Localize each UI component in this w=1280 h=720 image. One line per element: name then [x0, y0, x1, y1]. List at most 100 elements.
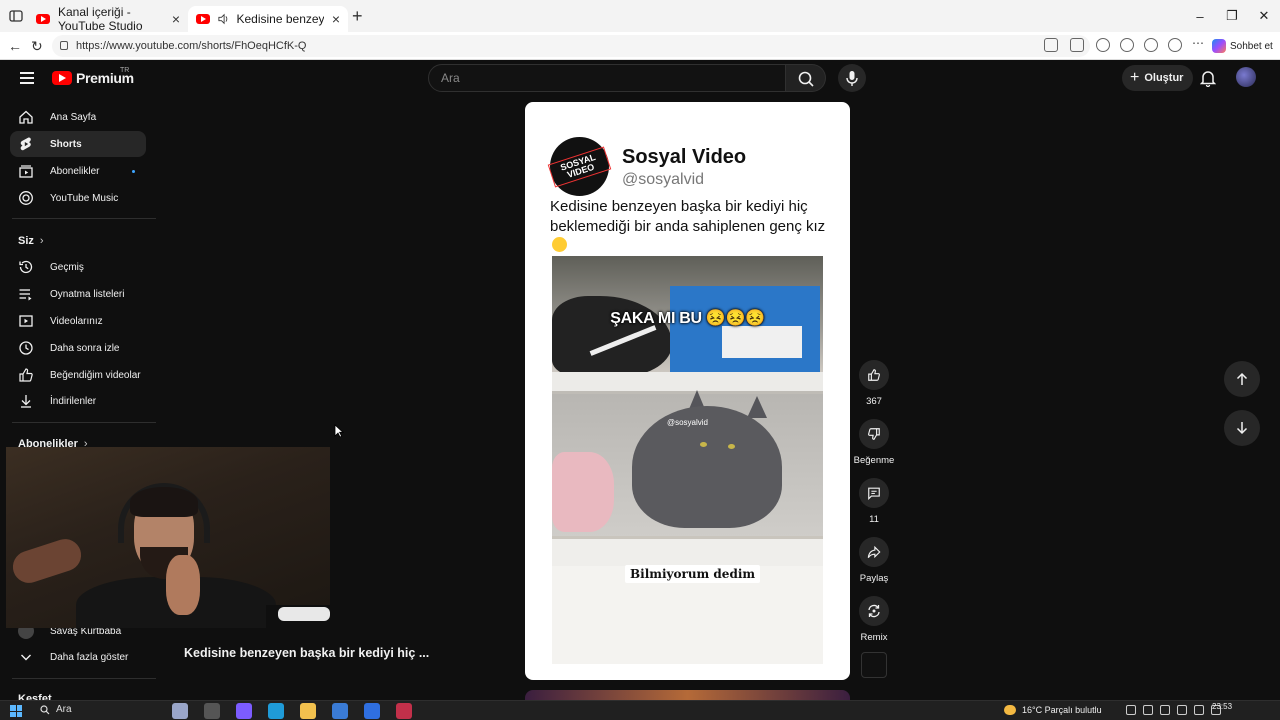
sidebar-item-label: Shorts	[50, 139, 82, 150]
tray-app-icon[interactable]	[1160, 705, 1170, 715]
back-icon[interactable]: ←	[8, 38, 22, 54]
sidebar-section-you[interactable]: Siz ›	[18, 235, 44, 247]
sidebar-item-show-more[interactable]: Daha fazla göster	[10, 644, 146, 670]
next-short-button[interactable]	[1224, 410, 1260, 446]
liked-icon	[19, 368, 33, 382]
sidebar-item-youtube-music[interactable]: YouTube Music	[10, 185, 146, 211]
copilot-app-icon[interactable]	[236, 703, 252, 719]
refresh-icon[interactable]: ↻	[31, 38, 43, 55]
video-watermark: @sosyalvid	[666, 418, 709, 427]
browser-tab-bar: Kanal içeriği - YouTube Studio × Kedisin…	[0, 0, 1280, 33]
close-icon[interactable]: ×	[172, 11, 180, 27]
store-icon[interactable]	[332, 703, 348, 719]
taskbar-clock[interactable]: 23:53	[1212, 702, 1232, 711]
close-window-icon[interactable]: ✕	[1248, 0, 1280, 32]
like-button[interactable]: 367	[852, 360, 896, 407]
caption-text: Kedisine benzeyen başka bir kediyi hiç b…	[550, 198, 826, 235]
sidebar-item-playlists[interactable]: Oynatma listeleri	[10, 281, 146, 307]
search-placeholder: Ara	[441, 71, 460, 85]
clock-time: 23:53	[1212, 702, 1233, 711]
outlook-icon[interactable]	[364, 703, 380, 719]
video-overlay-text-bottom: Bilmiyorum dedim	[625, 565, 761, 583]
windows-taskbar: Ara 16°C Parçalı bulutlu 23:53	[0, 700, 1280, 720]
sidebar-item-your-videos[interactable]: Videolarınız	[10, 308, 146, 334]
task-view-icon[interactable]	[204, 703, 220, 719]
sidebar-item-label: Videolarınız	[50, 316, 103, 327]
more-menu-icon[interactable]: ⋯	[1192, 37, 1206, 52]
maximize-icon[interactable]: ❐	[1216, 0, 1248, 32]
previous-short-button[interactable]	[1224, 361, 1260, 397]
copilot-icon	[1212, 39, 1226, 53]
card-channel-name: Sosyal Video	[622, 146, 747, 168]
youtube-logo-icon	[52, 71, 72, 85]
card-channel-handle: @sosyalvid	[622, 171, 705, 188]
sidebar-item-label: Daha sonra izle	[50, 343, 120, 354]
sidebar-item-liked-videos[interactable]: Beğendiğim videolar	[10, 362, 146, 388]
your-videos-icon	[19, 315, 33, 327]
taskbar-app-widget-icon[interactable]	[172, 703, 188, 719]
copilot-button[interactable]: Sohbet et	[1212, 37, 1273, 55]
create-button[interactable]: + Oluştur	[1122, 65, 1194, 91]
sidebar-item-shorts[interactable]: Shorts	[10, 131, 146, 157]
sidebar-item-home[interactable]: Ana Sayfa	[10, 104, 146, 130]
tab-youtube-studio[interactable]: Kanal içeriği - YouTube Studio ×	[28, 5, 188, 33]
shorts-video-player[interactable]: SOSYAL VIDEO Sosyal Video @sosyalvid Ked…	[525, 102, 850, 680]
microphone-icon	[846, 71, 858, 86]
search-icon	[798, 71, 814, 87]
tab-actions-icon[interactable]	[8, 8, 24, 24]
tray-chevron-icon[interactable]	[1126, 705, 1136, 715]
remix-button[interactable]: Remix	[852, 596, 896, 643]
video-title: Kedisine benzeyen başka bir kediyi hiç .…	[184, 646, 430, 660]
tab-shorts-video[interactable]: Kedisine benzeyen başka bir ×	[188, 6, 348, 32]
edge-browser-icon[interactable]	[268, 703, 284, 719]
profile-icon[interactable]	[1168, 38, 1182, 52]
address-icons	[1044, 38, 1084, 52]
recording-app-icon[interactable]	[396, 703, 412, 719]
minimize-icon[interactable]: –	[1184, 0, 1216, 32]
file-explorer-icon[interactable]	[300, 703, 316, 719]
sidebar-item-label: Beğendiğim videolar	[50, 370, 141, 381]
volume-icon[interactable]	[1194, 705, 1204, 715]
share-icon	[867, 545, 881, 559]
sidebar-item-downloads[interactable]: İndirilenler	[10, 388, 146, 414]
notifications-bell-icon[interactable]	[1200, 69, 1216, 87]
favorite-star-icon[interactable]	[1070, 38, 1084, 52]
youtube-header: Premium TR Ara + Oluştur	[0, 60, 1280, 96]
sidebar-item-label: Abonelikler	[50, 166, 100, 177]
voice-search-button[interactable]	[838, 64, 866, 92]
sidebar-item-history[interactable]: Geçmiş	[10, 254, 146, 280]
search-input[interactable]: Ara	[428, 64, 786, 92]
extension-icon[interactable]	[1096, 38, 1110, 52]
audio-playing-icon[interactable]	[218, 13, 228, 25]
youtube-premium-logo[interactable]: Premium TR	[52, 67, 134, 86]
mouse-cursor-icon	[334, 424, 344, 438]
copilot-label: Sohbet et	[1230, 40, 1273, 52]
audio-source-thumbnail[interactable]	[861, 652, 887, 678]
close-icon[interactable]: ×	[332, 11, 340, 27]
url-field[interactable]: https://www.youtube.com/shorts/FhOeqHCfK…	[52, 35, 1090, 57]
share-button[interactable]: Paylaş	[852, 537, 896, 584]
downloads-browser-icon[interactable]	[1144, 38, 1158, 52]
taskbar-apps	[172, 703, 412, 719]
taskbar-weather[interactable]: 16°C Parçalı bulutlu	[1004, 705, 1102, 715]
channel-logo: SOSYAL VIDEO	[547, 137, 612, 196]
comments-button[interactable]: 11	[852, 478, 896, 525]
favorites-icon[interactable]	[1120, 38, 1134, 52]
create-label: Oluştur	[1144, 72, 1184, 84]
new-content-dot	[132, 170, 135, 173]
app-available-icon[interactable]	[1044, 38, 1058, 52]
sidebar-item-watch-later[interactable]: Daha sonra izle	[10, 335, 146, 361]
network-icon[interactable]	[1177, 705, 1187, 715]
section-title: Siz	[18, 235, 34, 247]
watch-later-icon	[19, 341, 33, 355]
new-tab-icon[interactable]: +	[352, 7, 363, 25]
sidebar-item-subscriptions[interactable]: Abonelikler	[10, 158, 146, 184]
tray-app-icon[interactable]	[1143, 705, 1153, 715]
taskbar-search[interactable]: Ara	[40, 704, 72, 715]
windows-start-icon[interactable]	[10, 705, 22, 717]
search-button[interactable]	[786, 64, 826, 92]
menu-icon[interactable]	[20, 72, 34, 87]
arrow-down-icon	[1236, 422, 1248, 435]
dislike-button[interactable]: Beğenme	[852, 419, 896, 466]
account-avatar[interactable]	[1236, 67, 1256, 87]
